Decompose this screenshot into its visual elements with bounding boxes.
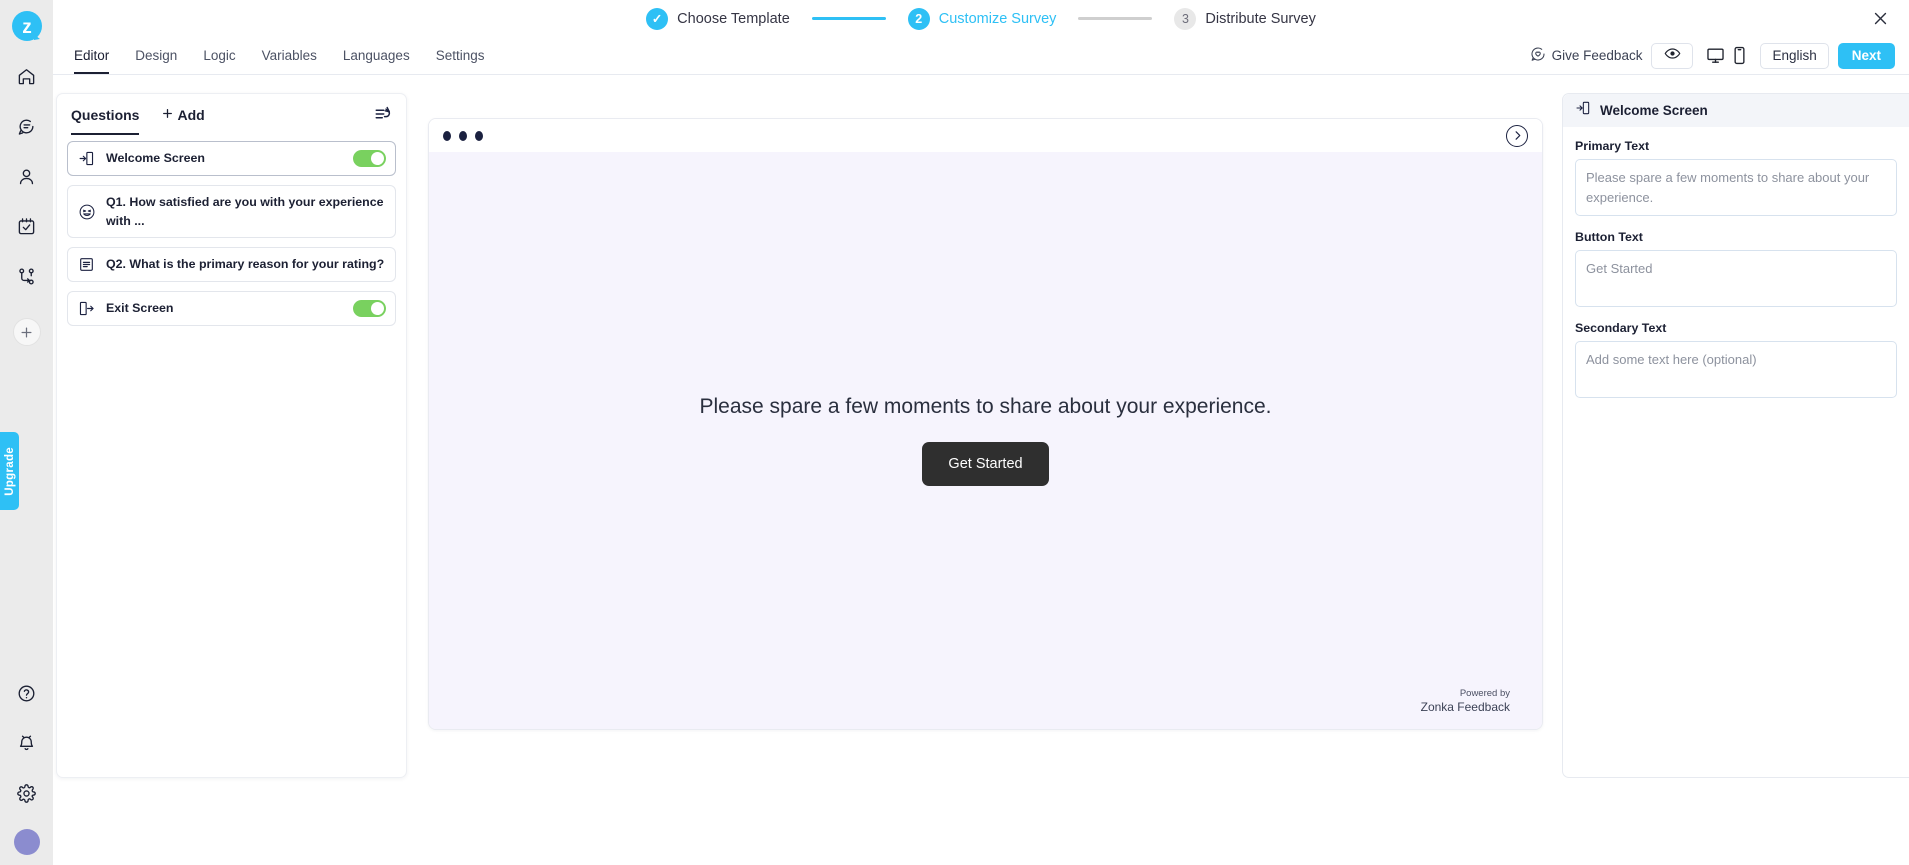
powered-by-label: Powered by xyxy=(1459,688,1510,700)
step-2-label: Customize Survey xyxy=(938,10,1057,27)
properties-panel-header: Welcome Screen xyxy=(1563,94,1909,127)
svg-text:z: z xyxy=(22,17,32,38)
secondary-text-label: Secondary Text xyxy=(1575,321,1667,335)
preview-next-arrow-icon[interactable] xyxy=(1506,124,1528,147)
question-item-exit-screen[interactable]: Exit Screen xyxy=(67,291,396,327)
plus-icon xyxy=(161,107,174,123)
preview-button[interactable] xyxy=(1651,42,1694,69)
questions-panel: Questions Add Welcome Screen Q1. How sat… xyxy=(56,93,407,778)
wizard-stepper: ✓ Choose Template 2 Customize Survey 3 D… xyxy=(53,0,1909,37)
next-button[interactable]: Next xyxy=(1837,42,1895,69)
contacts-icon[interactable] xyxy=(7,156,47,196)
smiley-rating-icon xyxy=(77,203,96,221)
exit-screen-icon xyxy=(77,300,96,317)
step-customize-survey[interactable]: 2 Customize Survey xyxy=(907,7,1057,30)
preview-primary-text: Please spare a few moments to share abou… xyxy=(699,395,1272,418)
properties-panel-body: Primary Text Please spare a few moments … xyxy=(1563,127,1909,398)
home-icon[interactable] xyxy=(7,56,47,96)
desktop-icon[interactable] xyxy=(1706,46,1725,65)
properties-panel-title: Welcome Screen xyxy=(1600,103,1708,118)
step-1-badge: ✓ xyxy=(646,7,669,30)
properties-panel: Welcome Screen Primary Text Please spare… xyxy=(1562,93,1909,778)
feedback-icon[interactable] xyxy=(7,106,47,146)
help-icon[interactable] xyxy=(7,673,47,713)
questions-panel-header: Questions Add xyxy=(57,94,406,135)
preview-get-started-button[interactable]: Get Started xyxy=(922,442,1049,486)
editor-toolbar: Editor Design Logic Variables Languages … xyxy=(53,37,1909,75)
mobile-icon[interactable] xyxy=(1732,46,1747,65)
give-feedback-label: Give Feedback xyxy=(1551,48,1643,63)
welcome-screen-icon xyxy=(1575,100,1591,121)
tab-variables[interactable]: Variables xyxy=(249,37,330,74)
progress-dot xyxy=(475,130,483,141)
zonka-logo[interactable]: z xyxy=(7,6,47,46)
close-icon[interactable] xyxy=(1865,3,1895,33)
tab-logic[interactable]: Logic xyxy=(190,37,248,74)
editor-tabs: Editor Design Logic Variables Languages … xyxy=(61,37,497,74)
device-preview-group xyxy=(1702,46,1751,65)
progress-dot xyxy=(459,130,467,141)
tab-settings[interactable]: Settings xyxy=(423,37,498,74)
button-text-input[interactable]: Get Started xyxy=(1575,250,1897,307)
secondary-text-input[interactable]: Add some text here (optional) xyxy=(1575,341,1897,398)
powered-by-brand: Zonka Feedback xyxy=(1420,700,1510,714)
primary-text-input[interactable]: Please spare a few moments to share abou… xyxy=(1575,159,1897,216)
step-1-label: Choose Template xyxy=(677,10,790,27)
question-label: Q2. What is the primary reason for your … xyxy=(106,257,385,272)
step-3-badge: 3 xyxy=(1174,7,1197,30)
step-2-badge: 2 xyxy=(907,7,930,30)
step-3-label: Distribute Survey xyxy=(1205,10,1316,27)
rail-bottom-group xyxy=(0,663,53,855)
primary-text-label: Primary Text xyxy=(1575,139,1650,153)
eye-icon xyxy=(1664,45,1681,67)
long-text-icon xyxy=(77,256,96,273)
exit-screen-toggle[interactable] xyxy=(353,300,386,318)
upgrade-button[interactable]: Upgrade xyxy=(0,432,19,510)
language-selector[interactable]: English xyxy=(1760,42,1829,69)
preview-topbar xyxy=(429,119,1542,152)
step-distribute-survey[interactable]: 3 Distribute Survey xyxy=(1174,7,1316,30)
reorder-icon[interactable] xyxy=(374,105,392,128)
button-text-label: Button Text xyxy=(1575,230,1643,244)
question-label: Welcome Screen xyxy=(106,151,205,166)
powered-by-branding: Powered by Zonka Feedback xyxy=(1421,688,1510,715)
preview-frame: Please spare a few moments to share abou… xyxy=(428,118,1543,730)
upgrade-label: Upgrade xyxy=(3,446,16,496)
tasks-icon[interactable] xyxy=(7,206,47,246)
feedback-heart-icon xyxy=(1530,46,1546,65)
tab-questions[interactable]: Questions xyxy=(71,94,140,135)
avatar[interactable] xyxy=(13,829,40,855)
tab-editor[interactable]: Editor xyxy=(61,37,122,74)
question-item-q2[interactable]: Q2. What is the primary reason for your … xyxy=(67,247,396,283)
add-button[interactable] xyxy=(12,318,41,346)
question-label: Q1. How satisfied are you with your expe… xyxy=(106,195,384,228)
preview-body: Please spare a few moments to share abou… xyxy=(429,152,1542,729)
toolbar-actions: Give Feedback English Next xyxy=(1530,42,1909,69)
add-question-label: Add xyxy=(177,106,205,123)
step-connector-2 xyxy=(1078,17,1153,20)
add-question-button[interactable]: Add xyxy=(161,106,205,123)
question-item-welcome-screen[interactable]: Welcome Screen xyxy=(67,141,396,176)
welcome-screen-icon xyxy=(77,150,96,167)
step-choose-template[interactable]: ✓ Choose Template xyxy=(646,7,790,30)
question-item-q1[interactable]: Q1. How satisfied are you with your expe… xyxy=(67,185,396,239)
workflows-icon[interactable] xyxy=(7,256,47,296)
question-list: Welcome Screen Q1. How satisfied are you… xyxy=(57,135,406,327)
question-label: Exit Screen xyxy=(106,301,174,316)
step-connector-1 xyxy=(811,17,886,20)
welcome-screen-toggle[interactable] xyxy=(353,150,386,167)
tab-languages[interactable]: Languages xyxy=(330,37,423,74)
give-feedback-button[interactable]: Give Feedback xyxy=(1530,46,1643,65)
survey-preview: Please spare a few moments to share abou… xyxy=(428,118,1543,730)
left-nav-rail: z Upgrade xyxy=(0,0,53,865)
notifications-icon[interactable] xyxy=(7,723,47,763)
tab-design[interactable]: Design xyxy=(122,37,190,74)
progress-dot xyxy=(443,130,451,141)
settings-icon[interactable] xyxy=(7,773,47,813)
